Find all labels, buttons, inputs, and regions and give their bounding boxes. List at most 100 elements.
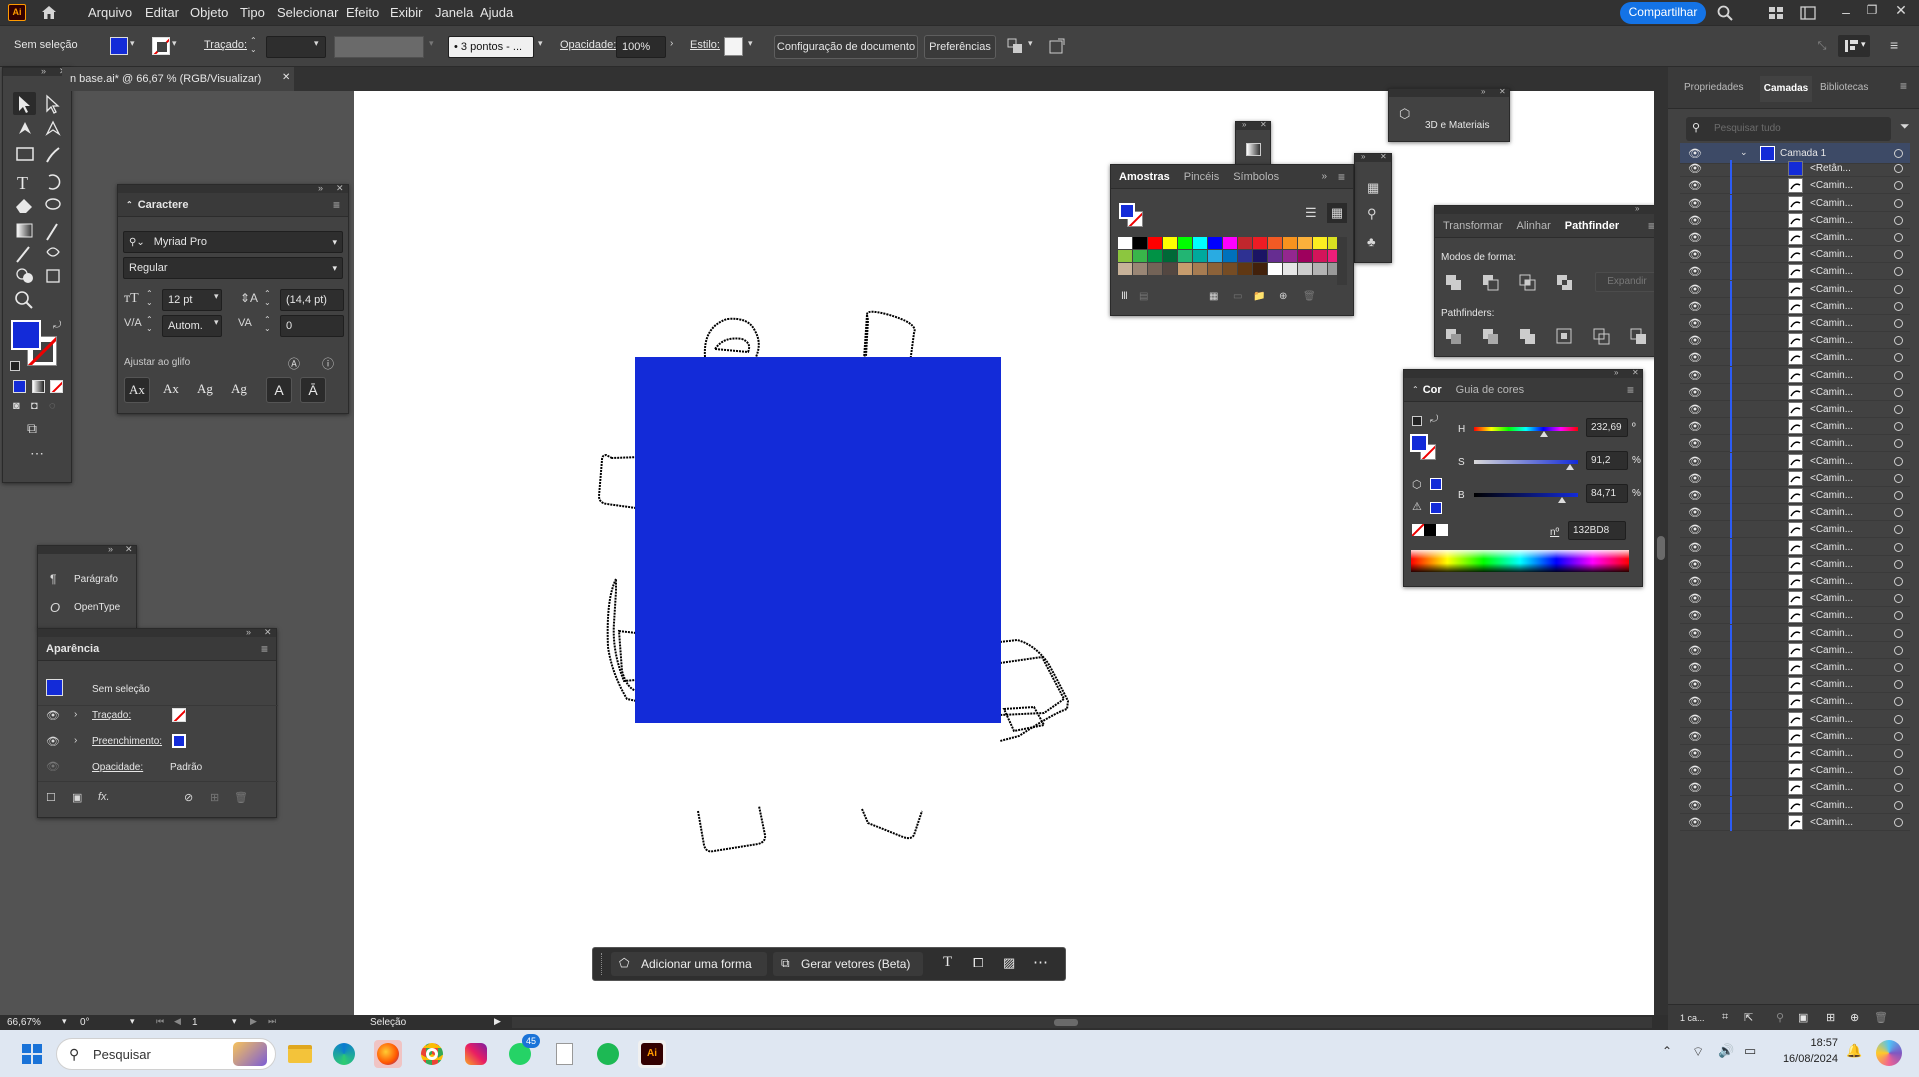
layer-row[interactable]: 👁 <Camin...: [1680, 573, 1910, 590]
new-swatch-icon[interactable]: ⊕: [1279, 291, 1287, 302]
layer-item-name[interactable]: <Camin...: [1810, 456, 1853, 467]
layer-row[interactable]: 👁 <Camin...: [1680, 538, 1910, 556]
menu-efeito[interactable]: Efeito: [346, 5, 379, 20]
appearance-fill-label[interactable]: Preenchimento:: [92, 736, 162, 747]
layer-row[interactable]: 👁 <Camin...: [1680, 710, 1910, 728]
stepper-icon[interactable]: ⌃ ⌄: [146, 289, 153, 307]
layer-item-name[interactable]: <Camin...: [1810, 765, 1853, 776]
fill-swatch[interactable]: [110, 37, 128, 55]
tab-transform[interactable]: Transformar: [1443, 220, 1503, 232]
canvas-horizontal-scrollbar[interactable]: [512, 1017, 1652, 1028]
exclude-icon[interactable]: [1556, 274, 1573, 291]
fill-swatch[interactable]: [1410, 434, 1428, 452]
stepper-icon[interactable]: ⌃ ⌄: [264, 315, 271, 333]
collapse-icon[interactable]: »: [41, 66, 46, 76]
color-swatch[interactable]: [1268, 250, 1282, 262]
hue-slider-handle[interactable]: [1540, 431, 1548, 437]
saturation-input[interactable]: 91,2: [1586, 451, 1628, 470]
clubs-icon[interactable]: ♣: [1367, 234, 1376, 249]
trash-icon[interactable]: 🗑: [1874, 1011, 1888, 1024]
collect-icon[interactable]: ⌗: [1722, 1011, 1728, 1024]
layer-item-name[interactable]: <Camin...: [1810, 387, 1853, 398]
home-icon[interactable]: [40, 3, 58, 21]
arrange-icon[interactable]: [1006, 37, 1024, 55]
whatsapp-icon[interactable]: 45: [506, 1034, 540, 1068]
close-icon[interactable]: ✕: [336, 183, 344, 194]
canvas-vertical-scrollbar[interactable]: [1654, 91, 1668, 1015]
target-icon[interactable]: [1894, 817, 1903, 827]
layer-item-name[interactable]: <Camin...: [1810, 696, 1853, 707]
layer-row[interactable]: 👁 <Camin...: [1680, 676, 1910, 694]
default-colors-icon[interactable]: [10, 361, 20, 371]
windows-start-icon[interactable]: [18, 1040, 46, 1068]
color-swatch[interactable]: [1298, 237, 1312, 249]
color-swatch[interactable]: [1223, 237, 1237, 249]
color-swatch[interactable]: [1313, 250, 1327, 262]
layer-row[interactable]: 👁 <Camin...: [1680, 504, 1910, 522]
kerning-input[interactable]: Autom.: [162, 315, 222, 337]
panel-menu-icon[interactable]: ≡: [1338, 170, 1345, 184]
layer-row[interactable]: 👁 <Retân...: [1680, 160, 1910, 178]
brightness-input[interactable]: 84,71: [1586, 484, 1628, 503]
generate-vectors-button[interactable]: ⧉ Gerar vetores (Beta): [773, 952, 923, 976]
menu-icon[interactable]: ≡: [1890, 37, 1898, 53]
saturation-slider[interactable]: [1474, 460, 1578, 464]
opacity-input[interactable]: 100%: [616, 36, 666, 58]
eye-icon[interactable]: 👁: [1688, 575, 1702, 588]
snap-xheight-icon[interactable]: Ax: [158, 377, 184, 403]
target-icon[interactable]: [1894, 215, 1903, 225]
locate-icon[interactable]: ⚲: [1776, 1011, 1784, 1024]
layer-row[interactable]: 👁 <Camin...: [1680, 194, 1910, 212]
new-layer-icon[interactable]: ⊕: [1850, 1011, 1859, 1024]
chevron-down-icon[interactable]: ▾: [1028, 38, 1033, 49]
add-stroke-icon[interactable]: ☐: [46, 791, 56, 804]
menu-objeto[interactable]: Objeto: [190, 5, 228, 20]
arrange-documents-icon[interactable]: [1768, 5, 1784, 20]
folder-icon[interactable]: 📁: [1253, 291, 1265, 302]
layer-item-name[interactable]: <Camin...: [1810, 610, 1853, 621]
color-swatch[interactable]: [1118, 250, 1132, 262]
first-artboard-icon[interactable]: ⏮: [156, 1016, 164, 1027]
collapse-icon[interactable]: »: [318, 183, 323, 193]
fill-color-swatch[interactable]: [11, 320, 41, 350]
layer-item-name[interactable]: <Camin...: [1810, 318, 1853, 329]
target-icon[interactable]: [1894, 611, 1903, 621]
layer-item-name[interactable]: <Camin...: [1810, 593, 1853, 604]
layer-row[interactable]: 👁 <Camin...: [1680, 177, 1910, 195]
collapse-icon[interactable]: »: [1242, 120, 1246, 129]
color-swatch[interactable]: [1238, 263, 1252, 275]
tab-brushes[interactable]: Pincéis: [1184, 171, 1219, 183]
layer-row[interactable]: 👁 <Camin...: [1680, 624, 1910, 642]
chrome-icon[interactable]: [418, 1040, 446, 1068]
layer-item-name[interactable]: <Camin...: [1810, 524, 1853, 535]
battery-icon[interactable]: ▭: [1744, 1043, 1756, 1059]
target-icon[interactable]: [1894, 594, 1903, 604]
eye-icon[interactable]: 👁: [1688, 334, 1702, 347]
leading-input[interactable]: (14,4 pt): [280, 289, 344, 311]
layer-row[interactable]: 👁 <Camin...: [1680, 280, 1910, 298]
chevron-right-icon[interactable]: ›: [74, 709, 77, 720]
close-icon[interactable]: ✕: [1499, 87, 1506, 96]
layer-row[interactable]: 👁 <Camin...: [1680, 813, 1910, 831]
color-swatch[interactable]: [1298, 263, 1312, 275]
image-icon[interactable]: ▨: [1003, 955, 1015, 971]
type-icon[interactable]: T: [943, 954, 952, 971]
chevron-down-icon[interactable]: ▾: [62, 1016, 67, 1027]
panel-menu-icon[interactable]: ≡: [333, 198, 340, 212]
eye-icon[interactable]: 👁: [46, 709, 60, 722]
new-sublayer-icon[interactable]: ⊞: [1826, 1011, 1835, 1024]
target-icon[interactable]: [1894, 731, 1903, 741]
eye-icon[interactable]: 👁: [1688, 781, 1702, 794]
spotify-icon[interactable]: [594, 1040, 622, 1068]
target-icon[interactable]: [1894, 628, 1903, 638]
eye-icon[interactable]: 👁: [1688, 248, 1702, 261]
eye-icon[interactable]: 👁: [1688, 523, 1702, 536]
snap-baseline-icon[interactable]: Ax: [124, 377, 150, 403]
color-swatch[interactable]: [1238, 250, 1252, 262]
layer-item-name[interactable]: <Camin...: [1810, 507, 1853, 518]
taskbar-search[interactable]: ⚲ Pesquisar: [56, 1038, 276, 1070]
layer-row[interactable]: 👁 <Camin...: [1680, 435, 1910, 453]
target-icon[interactable]: [1894, 149, 1903, 158]
close-icon[interactable]: ✕: [264, 627, 272, 638]
layer-row[interactable]: 👁 <Camin...: [1680, 315, 1910, 332]
